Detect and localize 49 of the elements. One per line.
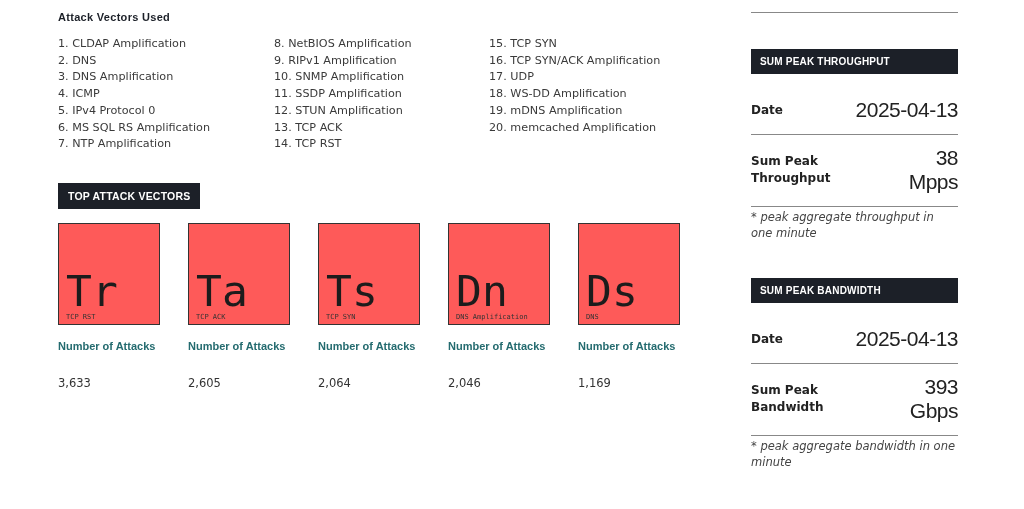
list-item: 12. STUN Amplification — [274, 102, 404, 119]
stat-value: 1,169 — [578, 375, 612, 390]
list-item: 18. WS-DD Amplification — [489, 86, 628, 103]
list-item: 9. RIPv1 Amplification — [274, 52, 398, 69]
stat-label: Sum Peak Bandwidth — [751, 382, 825, 416]
list-item: 2. DNS — [58, 52, 98, 69]
footnote: * peak aggregate bandwidth in one minute — [751, 438, 956, 470]
stat-label: Date — [751, 330, 784, 348]
stat-value: 2025-04-13 — [855, 98, 958, 122]
stat-value: 3,633 — [58, 375, 92, 390]
list-item: 5. IPv4 Protocol 0 — [58, 102, 157, 119]
list-item: 10. SNMP Amplification — [274, 69, 406, 86]
list-item: 20. memcached Amplification — [489, 119, 658, 136]
stat-value: 2025-04-13 — [855, 327, 958, 351]
footnote: * peak aggregate throughput in one minute — [751, 209, 935, 241]
list-item: 14. TCP RST — [274, 136, 343, 153]
stat-label: Number of Attacks — [58, 339, 157, 352]
stat-label: Number of Attacks — [318, 339, 417, 352]
panel-heading: SUM PEAK THROUGHPUT — [751, 49, 958, 74]
stat-value: 393 Gbps — [909, 375, 958, 423]
stat-label: Sum Peak Throughput — [751, 153, 832, 187]
stat-label: Number of Attacks — [188, 339, 287, 352]
list-item: 19. mDNS Amplification — [489, 102, 624, 119]
list-item: 8. NetBIOS Amplification — [274, 36, 413, 52]
stat-value: 2,064 — [318, 375, 352, 390]
tile-symbol: Ds — [586, 270, 639, 311]
list-item: 6. MS SQL RS Amplification — [58, 119, 212, 136]
panel-heading: SUM PEAK BANDWIDTH — [751, 278, 958, 303]
list-item: 3. DNS Amplification — [58, 69, 175, 86]
stat-label: Date — [751, 101, 784, 119]
section-heading: TOP ATTACK VECTORS — [58, 182, 201, 209]
stat-label: Number of Attacks — [448, 339, 547, 352]
stat-label: Number of Attacks — [578, 339, 677, 352]
list-item: 11. SSDP Amplification — [274, 86, 403, 103]
section-heading: Attack Vectors Used — [58, 11, 172, 23]
stat-value: 2,605 — [188, 375, 222, 390]
tile-symbol: Ta — [196, 270, 249, 311]
stat-value: 38 Mpps — [908, 146, 958, 194]
list-item: 15. TCP SYN — [489, 36, 558, 52]
tile-symbol: Tr — [66, 270, 119, 311]
tile-symbol: Dn — [456, 270, 508, 311]
list-item: 1. CLDAP Amplification — [58, 36, 187, 52]
list-item: 4. ICMP — [58, 86, 101, 103]
list-item: 13. TCP ACK — [274, 119, 344, 136]
list-item: 16. TCP SYN/ACK Amplification — [489, 52, 662, 69]
list-item: 7. NTP Amplification — [58, 136, 173, 153]
stat-value: 2,046 — [448, 375, 482, 390]
list-item: 17. UDP — [489, 69, 535, 86]
tile-symbol: Ts — [326, 270, 379, 311]
